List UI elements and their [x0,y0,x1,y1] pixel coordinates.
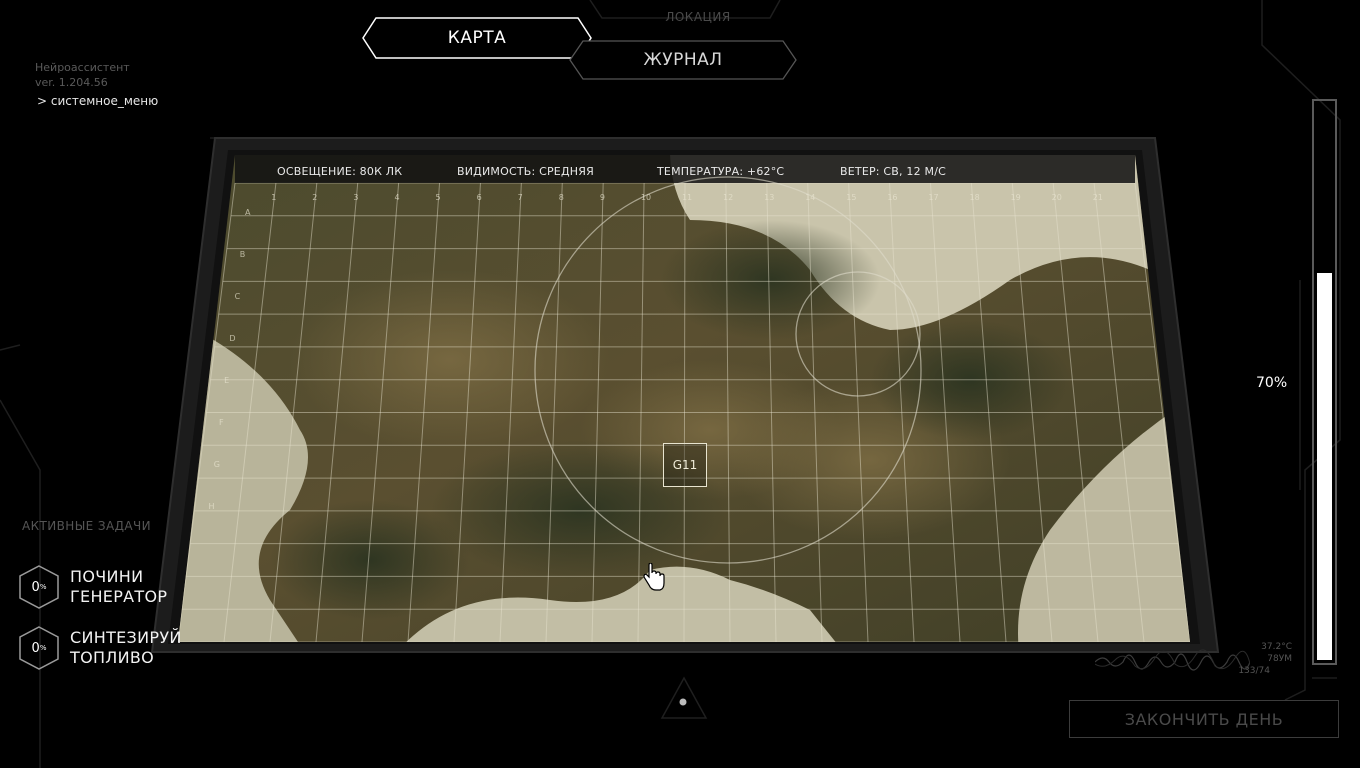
vitals-readout: 37.2°C 78УМ 133/74 [1210,641,1292,677]
map-svg: 1 2 3 4 5 6 7 8 9 10 11 12 13 14 15 16 17 18 19 20 21ABCDEFG… [150,137,1220,653]
map-column-label: 4 [394,193,399,202]
map-row-label: A [245,208,251,217]
tasks-title: АКТИВНЫЕ ЗАДАЧИ [22,519,151,533]
map-column-label: 10 [641,193,651,202]
map-panel[interactable]: 1 2 3 4 5 6 7 8 9 10 11 12 13 14 15 16 17 18 19 20 21 A B C D E F G… [150,130,1220,660]
map-column-label: 21 [1093,193,1103,202]
map-column-label: 17 [928,193,938,202]
system-version: ver. 1.204.56 [35,76,108,89]
task-repair-generator[interactable]: 0% ПОЧИНИ ГЕНЕРАТОР [16,564,226,610]
energy-gauge-fill [1317,272,1332,660]
map-row-label: D [229,334,235,343]
map-column-label: 12 [723,193,733,202]
map-column-label: 7 [518,193,523,202]
selected-cell-label: G11 [672,458,698,472]
map-column-label: 6 [477,193,482,202]
map-row-label: B [240,250,246,259]
stat-visibility: ВИДИМОСТЬ: СРЕДНЯЯ [457,165,594,178]
map-column-label: 3 [353,193,358,202]
map-column-label: 20 [1052,193,1062,202]
map-row-label: C [235,292,241,301]
tab-map[interactable]: КАРТА [362,17,592,59]
tab-map-label: КАРТА [447,28,507,48]
map-column-label: 13 [764,193,774,202]
task-name: ПОЧИНИ ГЕНЕРАТОР [70,567,168,606]
map-column-label: 18 [969,193,979,202]
end-day-button[interactable]: ЗАКОНЧИТЬ ДЕНЬ [1069,700,1339,738]
collapse-triangle-icon[interactable] [660,676,708,720]
task-percent: 0% [31,640,47,656]
stat-wind: ВЕТЕР: СВ, 12 М/С [840,165,946,178]
energy-gauge [1312,99,1337,665]
map-column-label: 5 [436,193,441,202]
map-row-label: F [219,418,224,427]
task-percent: 0% [31,579,47,595]
vitals-pressure: 133/74 [1238,666,1270,676]
energy-gauge-label: 70% [1256,375,1288,391]
map-column-label: 1 [271,193,276,202]
map-column-label: 9 [600,193,605,202]
map-column-label: 14 [805,193,815,202]
task-name: СИНТЕЗИРУЙ ТОПЛИВО [70,628,182,667]
stat-lighting: ОСВЕЩЕНИЕ: 80К ЛК [277,165,403,178]
map-column-label: 19 [1011,193,1021,202]
stat-temperature: ТЕМПЕРАТУРА: +62°С [657,165,785,178]
map-column-label: 8 [559,193,564,202]
map-row-label: E [224,376,229,385]
map-row-label: G [214,460,220,469]
vitals-temp: 37.2°C [1261,642,1292,652]
map-column-label: 16 [887,193,897,202]
tab-journal-label: ЖУРНАЛ [643,50,723,70]
map-column-label: 15 [846,193,856,202]
system-menu-link[interactable]: > системное_меню [37,94,158,108]
task-synthesize-fuel[interactable]: 0% СИНТЕЗИРУЙ ТОПЛИВО [16,625,226,671]
map-column-label: 2 [312,193,317,202]
map-row-label: H [209,502,215,511]
vitals-pulse: 78УМ [1267,654,1292,664]
location-label: ЛОКАЦИЯ [665,10,731,24]
hand-cursor-icon [643,563,665,591]
tab-journal[interactable]: ЖУРНАЛ [569,40,797,80]
system-name: Нейроассистент [35,61,130,74]
map-column-label: 11 [682,193,692,202]
selected-cell-marker[interactable]: G11 [663,443,707,487]
